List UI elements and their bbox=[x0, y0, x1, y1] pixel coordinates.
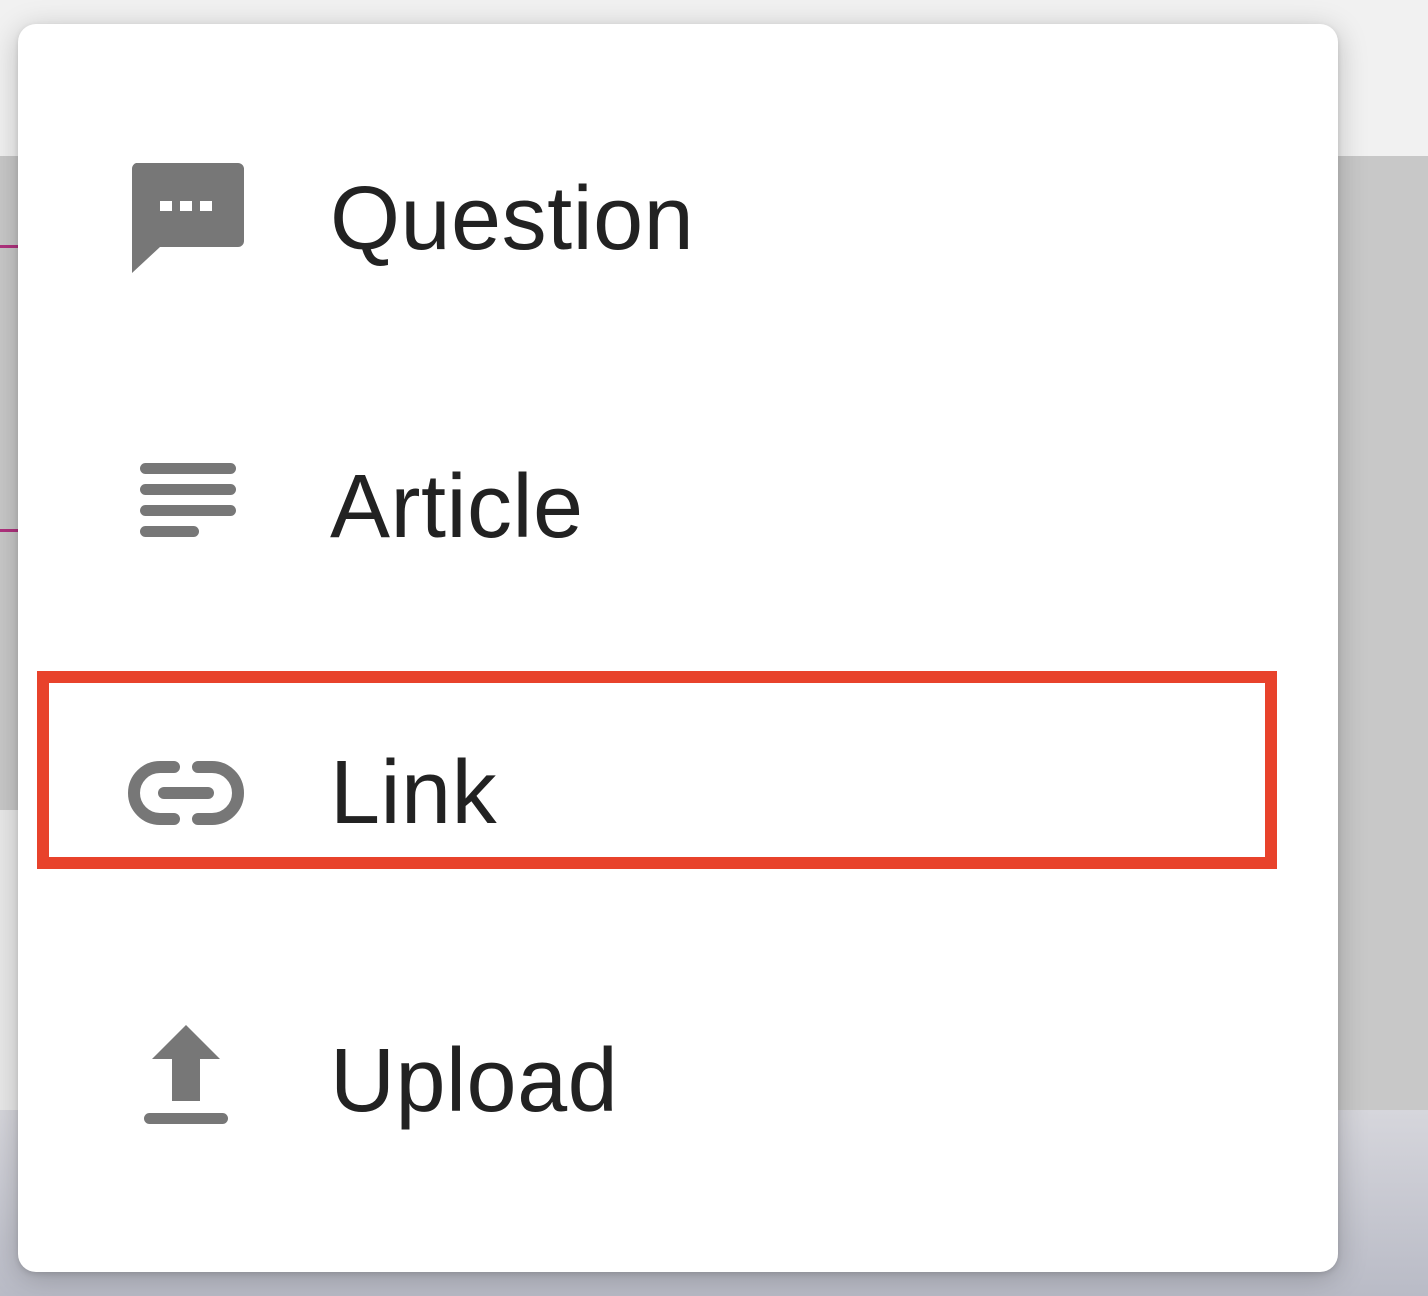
background-divider bbox=[0, 245, 20, 248]
article-icon bbox=[124, 445, 248, 569]
menu-item-question[interactable]: Question bbox=[18, 124, 1338, 314]
highlight-box bbox=[37, 671, 1277, 869]
menu-item-article[interactable]: Article bbox=[18, 412, 1338, 602]
menu-item-label: Question bbox=[330, 169, 695, 269]
create-post-menu: Question Article Link Upload bbox=[18, 24, 1338, 1272]
upload-icon bbox=[124, 1019, 248, 1143]
background-divider bbox=[0, 529, 20, 532]
menu-item-label: Article bbox=[330, 457, 584, 557]
menu-item-upload[interactable]: Upload bbox=[18, 986, 1338, 1176]
menu-item-label: Upload bbox=[330, 1031, 619, 1131]
question-icon bbox=[124, 157, 248, 281]
screen: Question Article Link Upload bbox=[0, 0, 1428, 1296]
